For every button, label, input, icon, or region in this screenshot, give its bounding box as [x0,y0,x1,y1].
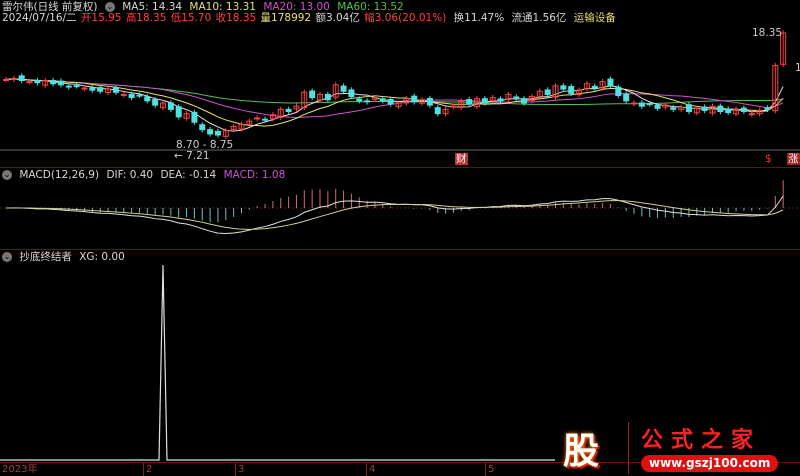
candle-body [725,108,732,114]
candle-body [152,99,159,106]
candle-body [631,102,637,105]
candle-body [646,103,653,106]
candle-body [128,93,135,99]
dea-value: DEA: -0.14 [160,169,217,181]
axis-tick: 5 [485,463,494,476]
candle-body [521,98,528,104]
candle-body [615,86,622,96]
logo-char: 股 [563,431,600,472]
candle-body [513,96,520,100]
candle-body [73,85,80,88]
axis-tick: 2023年 [2,464,38,475]
stock-chart[interactable] [0,0,800,476]
macd-header: ⌄ MACD(12,26,9) DIF: 0.40 DEA: -0.14 MAC… [2,169,289,181]
xg-header: ⌄ 抄底终结者 XG: 0.00 [2,251,129,263]
candle-body [701,106,708,111]
candle-body [120,93,127,96]
candle-body [638,102,645,107]
candle-body [97,87,104,92]
candle-body [26,81,33,84]
candle-body [379,98,386,102]
candle-body [65,85,72,88]
candle-body [670,107,677,110]
candle-body [50,80,57,85]
candle-body [89,87,96,91]
candle-body [387,99,394,105]
candle-body [254,117,261,120]
candle-body [466,99,473,105]
candle-body [144,96,151,102]
candle-body [207,129,214,135]
xg-title: 抄底终结者 [19,251,72,263]
dif-value: DIF: 0.40 [106,169,154,181]
candle-body [450,105,457,108]
candle-body [214,130,221,136]
macd-title: MACD(12,26,9) [19,169,100,181]
candle-body [497,98,504,102]
candle-body [654,104,661,109]
xg-signal-line [0,264,555,461]
dif-line [5,195,784,235]
candle-body [324,93,331,101]
candle-body [57,80,64,86]
candle-body [309,90,316,99]
candle-body [191,111,198,123]
candle-body [175,106,182,118]
candle-body [434,107,441,115]
candle-body [34,79,41,84]
macd-value: MACD: 1.08 [223,169,286,181]
candle-body [748,113,755,116]
watermark-logo: 股 公式之家 www.gszj100.com [555,422,800,476]
axis-tick: 2 [143,463,152,476]
candle-body [3,78,9,81]
candle-body [607,78,614,87]
limit-up-marker[interactable]: 涨 [787,153,800,165]
candle-body [364,100,371,103]
candle-body [167,102,174,110]
candle-body [426,97,433,106]
candle-body [568,86,575,94]
finance-marker[interactable]: 财 [455,153,468,165]
candle-body [560,85,567,90]
candle-body [685,104,692,113]
collapse-icon[interactable]: ⌄ [2,170,12,180]
divider [0,167,800,168]
candle-body [356,98,363,102]
logo-url: www.gszj100.com [641,455,779,472]
candle-body [285,108,292,113]
collapse-icon[interactable]: ⌄ [2,252,12,262]
low-label: ← 7.21 [174,150,210,162]
right-label: 15 [795,62,800,74]
candle-body [544,89,551,95]
candle-body [411,95,418,103]
candle-body [81,87,88,90]
low-value: 7.21 [186,150,210,162]
candle-body [740,107,747,113]
divider [0,249,800,250]
s-marker: $ [765,153,772,165]
candle-body [18,75,25,82]
candle-body [481,98,488,104]
candle-body [348,89,355,98]
candle-body [112,87,119,93]
candle-body [136,94,143,97]
xg-value: XG: 0.00 [79,251,125,263]
axis-tick: 3 [235,463,244,476]
candle-body [340,85,347,92]
logo-name: 公式之家 [641,428,762,453]
candle-body [262,118,269,121]
axis-tick: 4 [366,463,375,476]
candle-body [623,93,630,102]
candle-body [764,107,771,110]
candle-body [199,124,206,131]
candle-body [591,85,598,89]
high-label: 18.35 [752,27,783,39]
candle-body [717,105,724,113]
